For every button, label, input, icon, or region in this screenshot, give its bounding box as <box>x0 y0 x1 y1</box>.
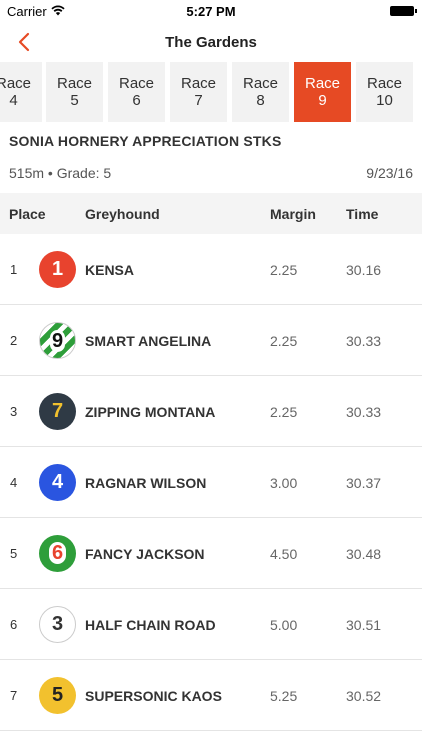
result-row[interactable]: 3 7 ZIPPING MONTANA 2.25 30.33 <box>0 376 422 447</box>
battery-icon <box>390 6 417 16</box>
tab-label: Race 4 <box>0 75 32 109</box>
margin-cell: 5.00 <box>270 617 298 633</box>
box-number: 3 <box>51 613 64 635</box>
time-cell: 30.48 <box>346 546 382 562</box>
time-cell: 30.16 <box>346 262 382 278</box>
greyhound-name: ZIPPING MONTANA <box>85 404 216 420</box>
header-margin: Margin <box>270 206 316 222</box>
place-cell: 4 <box>10 475 18 490</box>
tab-label: Race 6 <box>118 75 155 109</box>
result-row[interactable]: 7 5 SUPERSONIC KAOS 5.25 30.52 <box>0 660 422 731</box>
tab-race-7[interactable]: Race 7 <box>170 62 227 122</box>
race-tabs: Race 4 Race 5 Race 6 Race 7 Race 8 Race … <box>0 62 422 122</box>
margin-cell: 2.25 <box>270 404 298 420</box>
margin-cell: 2.25 <box>270 262 298 278</box>
greyhound-name: FANCY JACKSON <box>85 546 205 562</box>
rug-3-icon: 3 <box>39 606 76 643</box>
results-table-header: Place Greyhound Margin Time <box>0 193 422 234</box>
result-row[interactable]: 2 9 SMART ANGELINA 2.25 30.33 <box>0 305 422 376</box>
greyhound-name: KENSA <box>85 262 135 278</box>
result-row[interactable]: 1 1 KENSA 2.25 30.16 <box>0 234 422 305</box>
rug-7-icon: 7 <box>39 393 76 430</box>
margin-cell: 4.50 <box>270 546 298 562</box>
time-cell: 30.33 <box>346 404 382 420</box>
tab-race-6[interactable]: Race 6 <box>108 62 165 122</box>
rug-1-icon: 1 <box>39 251 76 288</box>
tab-race-5[interactable]: Race 5 <box>46 62 103 122</box>
tab-label: Race 9 <box>304 75 341 109</box>
greyhound-name: SMART ANGELINA <box>85 333 212 349</box>
margin-cell: 5.25 <box>270 688 298 704</box>
header-place: Place <box>9 206 46 222</box>
place-cell: 7 <box>10 688 18 703</box>
rug-4-icon: 4 <box>39 464 76 501</box>
rug-6-icon: 6 <box>39 535 76 572</box>
box-number: 6 <box>48 542 67 564</box>
place-cell: 6 <box>10 617 18 632</box>
place-cell: 5 <box>10 546 18 561</box>
result-row[interactable]: 4 4 RAGNAR WILSON 3.00 30.37 <box>0 447 422 518</box>
race-name: SONIA HORNERY APPRECIATION STKS <box>9 133 282 149</box>
rug-9-icon: 9 <box>39 322 76 359</box>
result-row[interactable]: 5 6 FANCY JACKSON 4.50 30.48 <box>0 518 422 589</box>
box-number: 7 <box>51 400 64 422</box>
rug-5-icon: 5 <box>39 677 76 714</box>
status-bar: Carrier 5:27 PM <box>0 0 422 22</box>
result-row[interactable]: 6 3 HALF CHAIN ROAD 5.00 30.51 <box>0 589 422 660</box>
race-date: 9/23/16 <box>366 165 413 181</box>
header-greyhound: Greyhound <box>85 206 160 222</box>
time-cell: 30.33 <box>346 333 382 349</box>
greyhound-name: HALF CHAIN ROAD <box>85 617 216 633</box>
race-distance-grade: 515m • Grade: 5 <box>9 165 112 181</box>
margin-cell: 3.00 <box>270 475 298 491</box>
tab-label: Race 7 <box>180 75 217 109</box>
time-cell: 30.52 <box>346 688 382 704</box>
tab-race-8[interactable]: Race 8 <box>232 62 289 122</box>
header-time: Time <box>346 206 379 222</box>
margin-cell: 2.25 <box>270 333 298 349</box>
page-title: The Gardens <box>165 34 257 51</box>
box-number: 9 <box>49 330 66 352</box>
greyhound-name: SUPERSONIC KAOS <box>85 688 222 704</box>
clock: 5:27 PM <box>186 4 236 19</box>
box-number: 4 <box>51 471 64 493</box>
place-cell: 3 <box>10 404 18 419</box>
tab-label: Race 8 <box>242 75 279 109</box>
place-cell: 1 <box>10 262 18 277</box>
box-number: 1 <box>51 258 64 280</box>
greyhound-name: RAGNAR WILSON <box>85 475 207 491</box>
tab-label: Race 10 <box>366 75 403 109</box>
time-cell: 30.51 <box>346 617 382 633</box>
box-number: 5 <box>51 684 64 706</box>
nav-bar: The Gardens <box>0 22 422 62</box>
tab-race-9[interactable]: Race 9 <box>294 62 351 122</box>
tab-race-10[interactable]: Race 10 <box>356 62 413 122</box>
tab-label: Race 5 <box>56 75 93 109</box>
place-cell: 2 <box>10 333 18 348</box>
tab-race-4[interactable]: Race 4 <box>0 62 42 122</box>
time-cell: 30.37 <box>346 475 382 491</box>
